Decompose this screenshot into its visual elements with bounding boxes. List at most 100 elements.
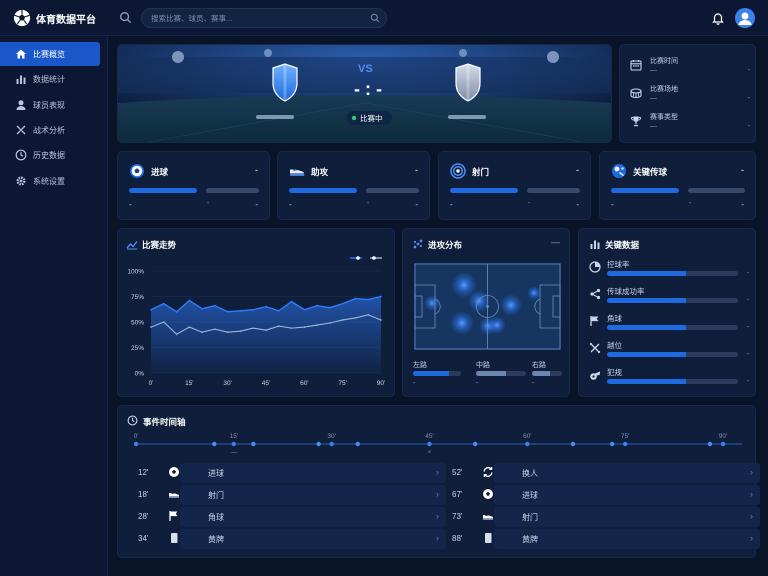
stat-label: 关键传球 [633,167,668,177]
sidebar-item-tactics[interactable]: 战术分析 [0,118,100,142]
flag-icon [169,511,178,521]
stat-card-goals[interactable]: 进球 - - - - [117,151,270,220]
key-data-title: 关键数据 [605,240,640,250]
mid-value: - [528,200,531,207]
series-1-point [341,302,344,305]
sidebar-item-history[interactable]: 历史数据 [0,143,100,167]
pie-icon [589,261,601,273]
key-row-offside: 越位 - [589,340,749,362]
sidebar-item-label: 战术分析 [33,126,65,135]
series-2-point [341,319,344,321]
zone-right-label: 右路 [532,362,546,369]
search-box[interactable] [141,8,387,28]
event-box[interactable]: 进球 › [180,463,446,483]
card-icon [485,533,492,543]
bar-chart-icon [16,75,26,84]
event-box[interactable]: 角球 › [180,507,446,527]
match-venue-value-2: - [747,95,750,102]
event-box[interactable]: 进球 › [494,485,760,505]
series-1-point [290,300,293,303]
avatar-user-icon [735,8,755,28]
zone-left-value: - [413,380,416,387]
series-1-point [367,298,370,301]
chevron-right-icon: › [436,511,439,521]
match-time-value: — [650,67,657,74]
key-value: - [746,270,749,277]
timeline-tick-marker [231,441,237,447]
attack-distribution-panel: 进攻分布 — 左路 中路 右路 - - - [402,228,570,397]
series-2-point [367,314,370,316]
home-value: - [611,200,614,209]
sidebar-item-players[interactable]: 球员表现 [0,93,100,117]
events-timeline-axis: 0' 15' 30' 45' 60' 75' 90' — × [134,433,742,456]
chevron-right-icon: › [436,467,439,477]
series-1-point [380,295,382,298]
search-icon[interactable] [119,11,132,24]
pitch-heatmap [414,263,561,350]
series-2-point [252,327,255,329]
event-time: 67' [452,490,463,499]
series-1-point [175,310,178,313]
series-2-point [150,326,152,328]
event-box[interactable]: 黄牌 › [180,529,446,549]
stat-total: - [741,165,744,175]
key-row-possession: 控球率 - [589,259,749,281]
zone-right-value: - [532,380,535,387]
event-label: 黄牌 [208,535,224,544]
away-bar [527,188,580,193]
sidebar-item-overview[interactable]: 比赛概览 [0,42,100,66]
timeline-event-marker [609,441,615,447]
event-time: 73' [452,512,463,521]
series-2-point [329,322,331,324]
search-input[interactable] [151,9,361,27]
series-2-point [380,319,382,321]
stat-card-assists[interactable]: 助攻 - - - - [277,151,430,220]
x-tick-label: 60' [300,380,308,387]
series-2-point [354,317,357,319]
key-bar [607,271,738,276]
trophy-icon [631,116,641,127]
stat-total: - [576,165,579,175]
away-value: - [576,200,579,209]
timeline-substitution-label: — [231,450,237,456]
series-1-point [201,307,204,310]
match-type-value: — [650,123,657,130]
timeline-tick-marker [720,441,726,447]
sidebar-item-statistics[interactable]: 数据统计 [0,67,100,91]
event-box[interactable]: 黄牌 › [494,529,760,549]
y-tick-label: 75% [131,294,144,301]
away-value: - [255,200,258,209]
search-submit-icon[interactable] [370,13,380,23]
sidebar-item-settings[interactable]: 系统设置 [0,169,100,193]
event-box[interactable]: 射门 › [494,507,760,527]
series-2-point [214,328,216,330]
match-venue-label: 比赛场地 [650,86,678,93]
away-value: - [741,200,744,209]
home-bar [129,188,197,193]
x-tick-label: 75' [338,380,346,387]
pass-icon [612,164,626,178]
series-2-point [290,327,293,329]
event-label: 射门 [208,491,224,500]
notification-bell-icon[interactable] [711,11,725,25]
timeline-event-marker [316,441,321,447]
legend-dot-series-1 [356,256,360,260]
substitution-icon [483,467,493,477]
target-icon [450,163,466,179]
user-avatar[interactable] [735,8,755,28]
event-box[interactable]: 换人 › [494,463,760,483]
mid-value: - [207,200,210,207]
match-venue-value: — [650,95,657,102]
stat-card-key-passes[interactable]: 关键传球 - - - - [599,151,756,220]
key-bar [607,325,738,330]
timeline-tick-label: 30' [327,433,335,440]
series-1-point [162,302,165,305]
stat-card-shots[interactable]: 射门 - - - - [438,151,591,220]
key-value: - [746,297,749,304]
attack-menu-button[interactable]: — [551,237,560,247]
match-trend-panel: 比赛走势 0% 25% 50% 75% 100% 0' 15' 30' 45' 60' 75' 90' [117,228,395,397]
event-box[interactable]: 射门 › [180,485,446,505]
timeline-event-marker [570,441,576,447]
tactics-icon [16,125,26,135]
attack-title: 进攻分布 [428,240,463,250]
